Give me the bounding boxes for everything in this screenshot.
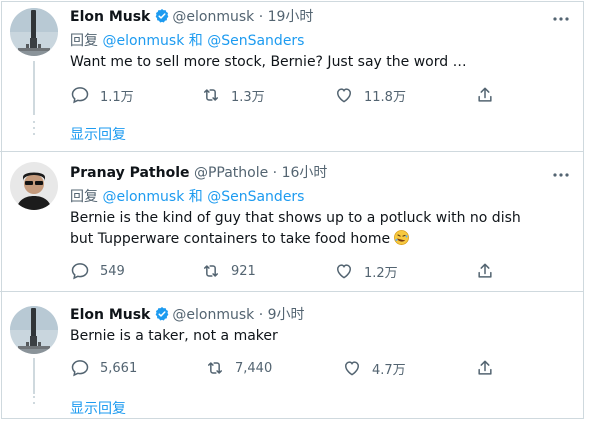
rofl-emoji-icon bbox=[394, 230, 410, 245]
reply-prefix: 回复 bbox=[70, 33, 98, 49]
tweet-header: Elon Musk @elonmusk · 9小时 bbox=[70, 306, 305, 324]
retweet-icon bbox=[201, 261, 221, 281]
like-count: 1.2万 bbox=[364, 265, 398, 281]
reply-joiner: 和 bbox=[188, 189, 203, 205]
share-icon bbox=[475, 358, 495, 378]
avatar-elon-musk[interactable] bbox=[10, 306, 58, 354]
timestamp[interactable]: · 16小时 bbox=[273, 165, 328, 181]
reply-button[interactable]: 1.1万 bbox=[70, 85, 134, 105]
thread-line bbox=[33, 358, 35, 394]
reply-joiner: 和 bbox=[188, 33, 203, 49]
like-button[interactable]: 1.2万 bbox=[334, 261, 398, 281]
tweet-text: Bernie is the kind of guy that shows up … bbox=[70, 208, 540, 250]
retweet-icon bbox=[201, 85, 221, 105]
more-options-icon[interactable] bbox=[551, 11, 571, 27]
display-name[interactable]: Elon Musk bbox=[70, 307, 150, 323]
verified-badge-icon bbox=[154, 306, 170, 322]
reply-prefix: 回复 bbox=[70, 189, 98, 205]
tweet-text-body: Bernie is the kind of guy that shows up … bbox=[70, 210, 521, 247]
reply-count: 1.1万 bbox=[100, 89, 134, 105]
divider bbox=[0, 291, 583, 292]
display-name[interactable]: Elon Musk bbox=[70, 9, 150, 25]
divider bbox=[0, 151, 583, 152]
timestamp[interactable]: · 9小时 bbox=[259, 307, 305, 323]
more-options-icon[interactable] bbox=[551, 167, 571, 183]
share-button[interactable] bbox=[475, 261, 505, 281]
mention-link-1[interactable]: @elonmusk bbox=[102, 33, 184, 49]
avatar-pranay-pathole[interactable] bbox=[10, 162, 58, 210]
tweet-text: Want me to sell more stock, Bernie? Just… bbox=[70, 54, 467, 70]
tweet-text: Bernie is a taker, not a maker bbox=[70, 328, 278, 344]
action-bar: 549 921 1.2万 bbox=[70, 261, 510, 281]
heart-icon bbox=[334, 261, 354, 281]
handle[interactable]: @elonmusk bbox=[172, 9, 254, 25]
like-button[interactable]: 4.7万 bbox=[342, 358, 406, 378]
like-count: 11.8万 bbox=[364, 89, 406, 105]
heart-icon bbox=[334, 85, 354, 105]
retweet-count: 1.3万 bbox=[231, 89, 265, 105]
share-icon bbox=[475, 261, 495, 281]
reply-count: 549 bbox=[100, 263, 125, 279]
like-button[interactable]: 11.8万 bbox=[334, 85, 406, 105]
reply-button[interactable]: 5,661 bbox=[70, 358, 137, 378]
action-bar: 1.1万 1.3万 11.8万 bbox=[70, 85, 510, 105]
reply-context: 回复 @elonmusk 和 @SenSanders bbox=[70, 188, 304, 206]
show-replies-link[interactable]: 显示回复 bbox=[70, 398, 126, 418]
heart-icon bbox=[342, 358, 362, 378]
mention-link-2[interactable]: @SenSanders bbox=[207, 33, 304, 49]
reply-context: 回复 @elonmusk 和 @SenSanders bbox=[70, 32, 304, 50]
retweet-icon bbox=[205, 358, 225, 378]
like-count: 4.7万 bbox=[372, 362, 406, 378]
mention-link-2[interactable]: @SenSanders bbox=[207, 189, 304, 205]
timestamp[interactable]: · 19小时 bbox=[259, 9, 314, 25]
reply-icon bbox=[70, 85, 90, 105]
share-icon bbox=[475, 85, 495, 105]
thread-line bbox=[33, 61, 35, 115]
handle[interactable]: @PPathole bbox=[194, 165, 268, 181]
thread-continuation-dots bbox=[33, 396, 35, 408]
reply-icon bbox=[70, 358, 90, 378]
verified-badge-icon bbox=[154, 8, 170, 24]
mention-link-1[interactable]: @elonmusk bbox=[102, 189, 184, 205]
retweet-count: 7,440 bbox=[235, 360, 273, 376]
tweet-header: Pranay Pathole @PPathole · 16小时 bbox=[70, 164, 327, 182]
display-name[interactable]: Pranay Pathole bbox=[70, 165, 190, 181]
retweet-button[interactable]: 7,440 bbox=[205, 358, 272, 378]
tweet-header: Elon Musk @elonmusk · 19小时 bbox=[70, 8, 313, 26]
share-button[interactable] bbox=[475, 85, 505, 105]
retweet-button[interactable]: 921 bbox=[201, 261, 256, 281]
handle[interactable]: @elonmusk bbox=[172, 307, 254, 323]
share-button[interactable] bbox=[475, 358, 505, 378]
retweet-button[interactable]: 1.3万 bbox=[201, 85, 265, 105]
show-replies-link[interactable]: 显示回复 bbox=[70, 124, 126, 144]
avatar-elon-musk[interactable] bbox=[10, 8, 58, 56]
reply-count: 5,661 bbox=[100, 360, 138, 376]
reply-icon bbox=[70, 261, 90, 281]
retweet-count: 921 bbox=[231, 263, 256, 279]
action-bar: 5,661 7,440 4.7万 bbox=[70, 358, 510, 378]
thread-continuation-dots bbox=[33, 121, 35, 139]
reply-button[interactable]: 549 bbox=[70, 261, 125, 281]
